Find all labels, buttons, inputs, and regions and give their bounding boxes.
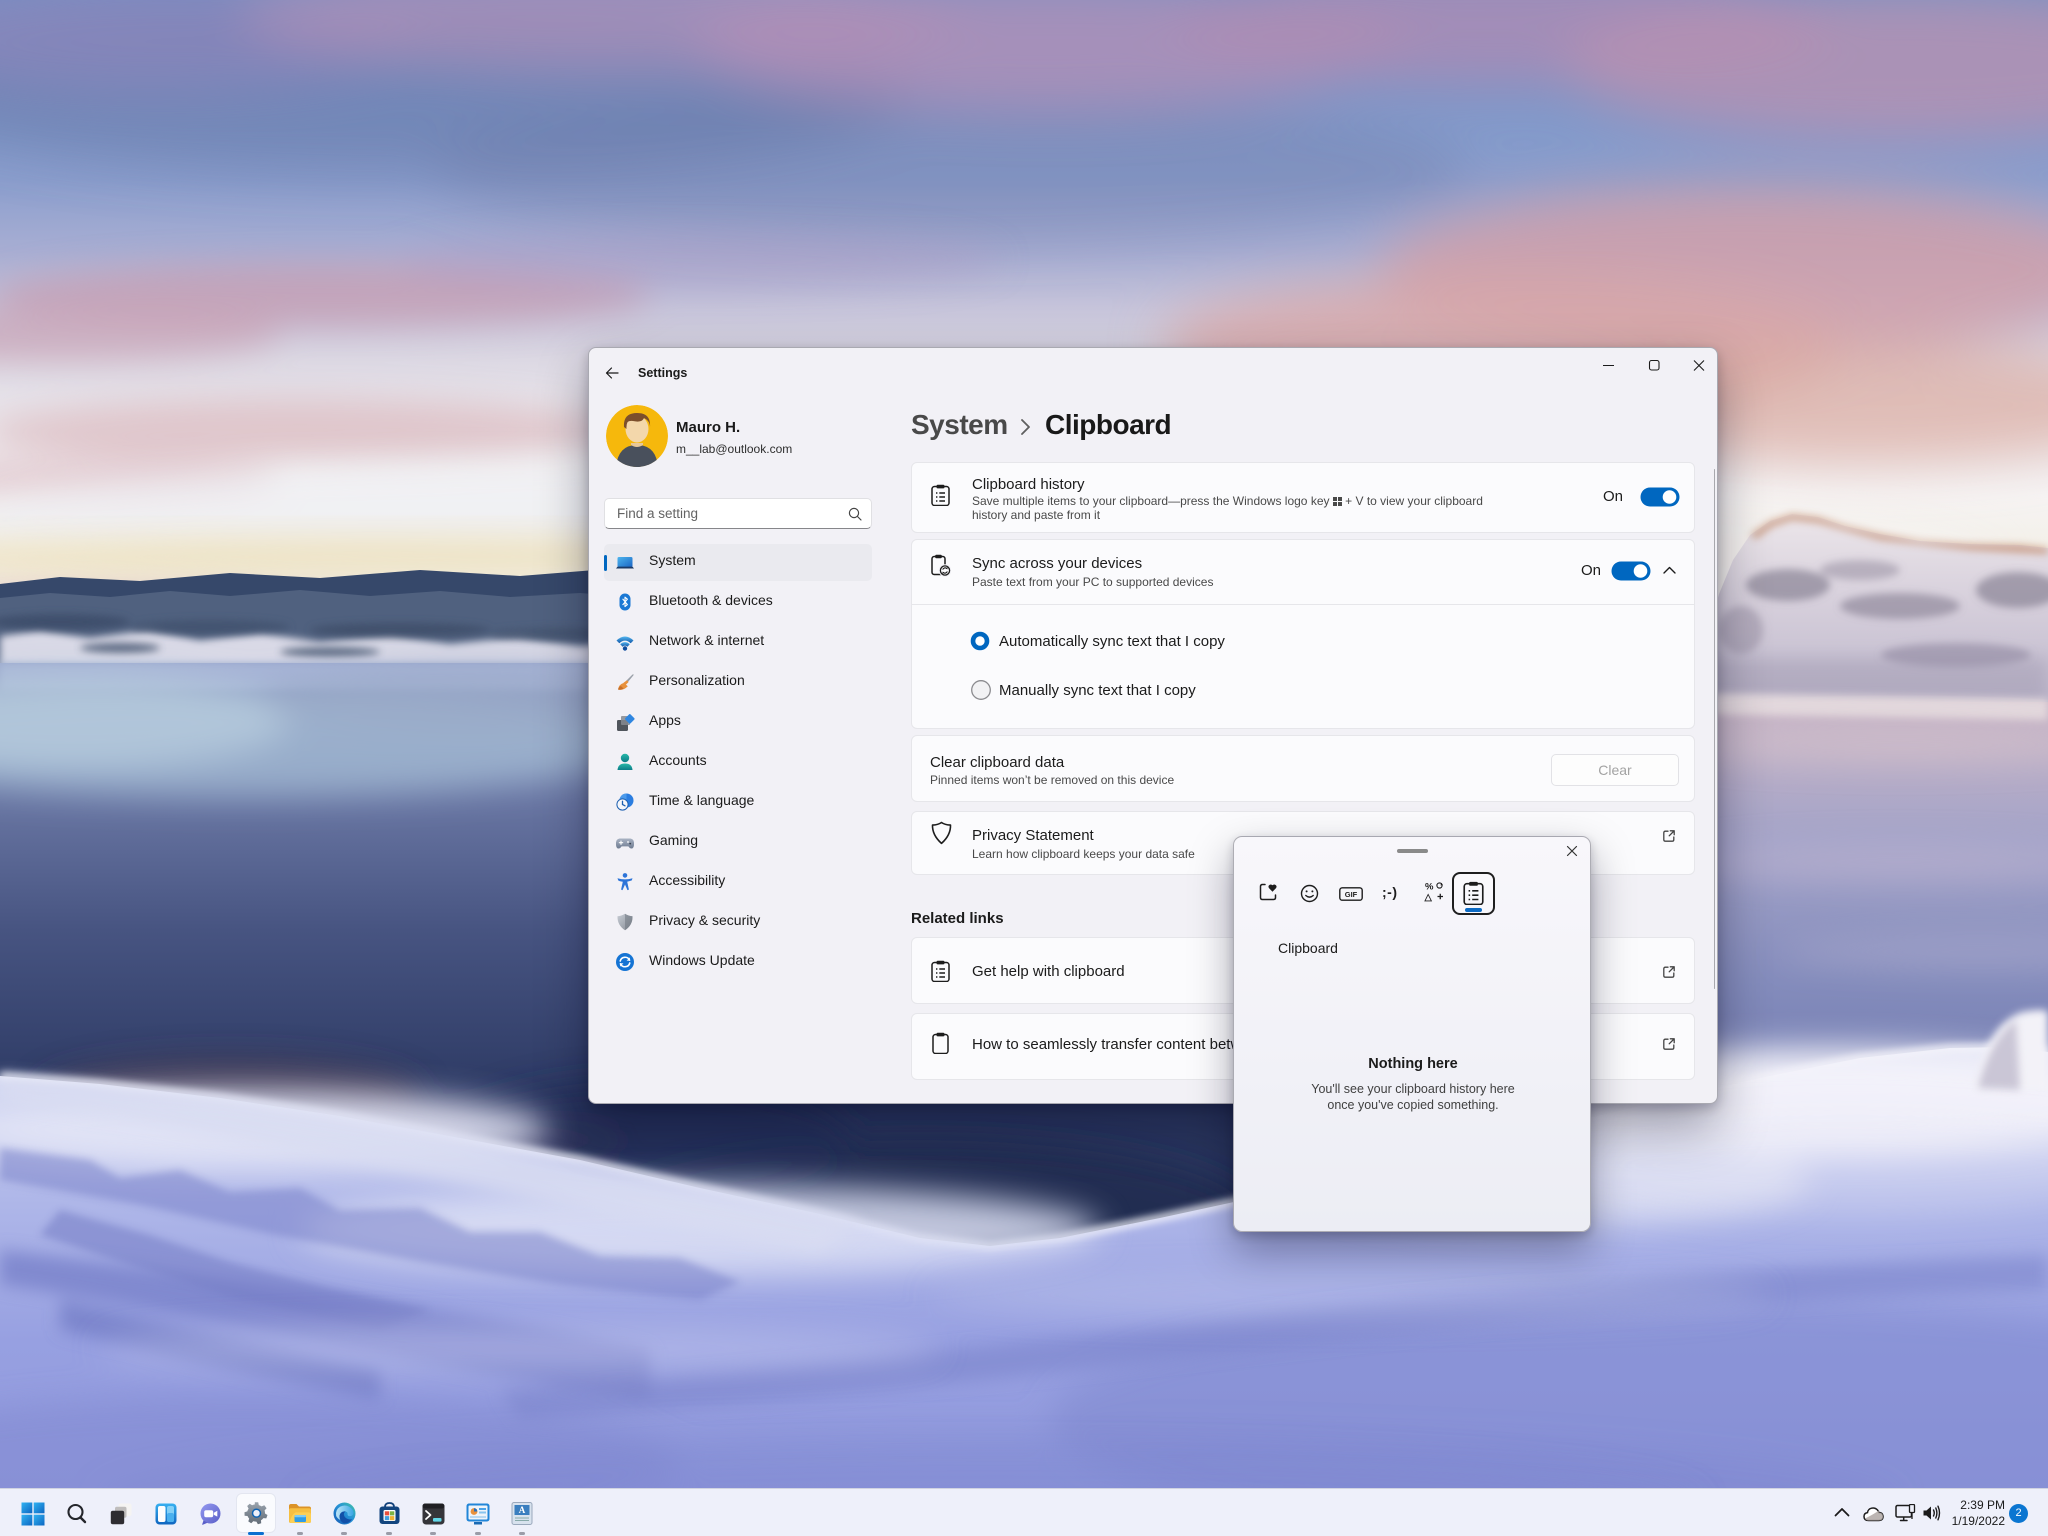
svg-text:GIF: GIF bbox=[1345, 890, 1358, 899]
svg-text:%: % bbox=[1425, 882, 1434, 893]
svg-text:△: △ bbox=[1424, 892, 1433, 902]
svg-text:A: A bbox=[519, 1505, 526, 1515]
